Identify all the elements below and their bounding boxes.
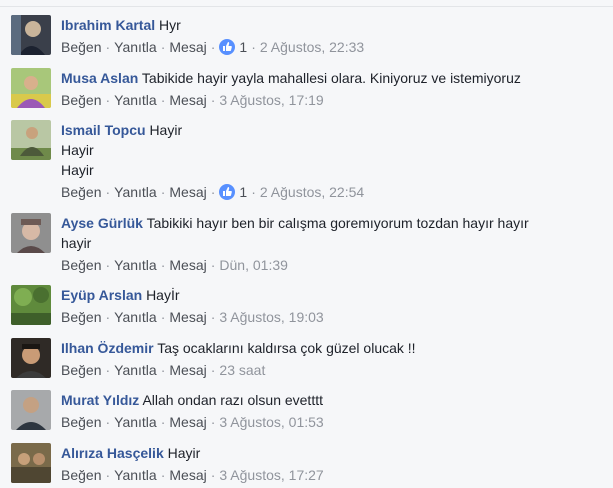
comment-text: Allah ondan razı olsun evetttt xyxy=(142,392,323,408)
like-count[interactable]: 1 xyxy=(235,39,247,55)
comment-timestamp[interactable]: 3 Ağustos, 17:27 xyxy=(219,467,323,483)
comment-text: Tabikide hayir yayla mahallesi olara. Ki… xyxy=(141,70,521,86)
like-button[interactable]: Beğen xyxy=(61,362,101,378)
reply-button[interactable]: Yanıtla xyxy=(114,467,157,483)
reply-button[interactable]: Yanıtla xyxy=(114,414,157,430)
comment-text-line: Hayir xyxy=(61,162,94,178)
message-button[interactable]: Mesaj xyxy=(169,309,206,325)
avatar[interactable] xyxy=(11,285,51,325)
message-button[interactable]: Mesaj xyxy=(169,467,206,483)
comment-author[interactable]: Alırıza Hasçelik xyxy=(61,445,164,461)
comment-text: Hayir xyxy=(149,122,183,138)
message-button[interactable]: Mesaj xyxy=(169,39,206,55)
reply-button[interactable]: Yanıtla xyxy=(114,39,157,55)
separator: · xyxy=(105,309,111,325)
comment-actions: Beğen · Yanıtla · Mesaj · 3 Ağustos, 17:27 xyxy=(61,465,606,485)
message-button[interactable]: Mesaj xyxy=(169,184,206,200)
comment-text: Hyr xyxy=(159,17,181,33)
comment-text: Taş ocaklarını kaldırsa çok güzel olucak… xyxy=(157,340,416,356)
comment-text-line: hayir xyxy=(61,235,92,251)
like-button[interactable]: Beğen xyxy=(61,309,101,325)
comment-actions: Beğen · Yanıtla · Mesaj · 3 Ağustos, 19:03 xyxy=(61,307,606,327)
avatar[interactable] xyxy=(11,443,51,483)
comment-actions: Beğen · Yanıtla · Mesaj · 1 · 2 Ağustos, 22:54 xyxy=(61,182,606,202)
comment-timestamp[interactable]: 2 Ağustos, 22:33 xyxy=(260,39,364,55)
comment-list: Ibrahim Kartal Hyr Beğen · Yanıtla · Mesaj · 1… xyxy=(0,0,613,488)
separator: · xyxy=(160,257,166,273)
separator: · xyxy=(210,39,216,55)
message-button[interactable]: Mesaj xyxy=(169,414,206,430)
comment-author[interactable]: Murat Yıldız xyxy=(61,392,139,408)
comment-actions: Beğen · Yanıtla · Mesaj · 3 Ağustos, 01:53 xyxy=(61,412,606,432)
avatar[interactable] xyxy=(11,338,51,378)
comment-author[interactable]: Ayse Gürlük xyxy=(61,215,143,231)
separator: · xyxy=(105,467,111,483)
comment-author[interactable]: Musa Aslan xyxy=(61,70,138,86)
comment-author[interactable]: Eyüp Arslan xyxy=(61,287,142,303)
comment-actions: Beğen · Yanıtla · Mesaj · 23 saat xyxy=(61,360,606,380)
separator: · xyxy=(251,39,256,55)
separator: · xyxy=(105,92,111,108)
comment-timestamp[interactable]: 3 Ağustos, 01:53 xyxy=(219,414,323,430)
like-button[interactable]: Beğen xyxy=(61,39,101,55)
comment-author[interactable]: Ismail Topcu xyxy=(61,122,146,138)
separator: · xyxy=(210,92,216,108)
separator: · xyxy=(210,467,216,483)
like-button[interactable]: Beğen xyxy=(61,467,101,483)
separator: · xyxy=(210,414,216,430)
separator: · xyxy=(105,414,111,430)
separator: · xyxy=(160,92,166,108)
avatar[interactable] xyxy=(11,68,51,108)
comment-author[interactable]: Ilhan Özdemir xyxy=(61,340,154,356)
like-button[interactable]: Beğen xyxy=(61,257,101,273)
message-button[interactable]: Mesaj xyxy=(169,257,206,273)
separator: · xyxy=(210,257,216,273)
comment-text-line: Hayir xyxy=(61,142,94,158)
like-button[interactable]: Beğen xyxy=(61,414,101,430)
comment-actions: Beğen · Yanıtla · Mesaj · 1 · 2 Ağustos, 22:33 xyxy=(61,37,606,57)
avatar[interactable] xyxy=(11,120,51,160)
message-button[interactable]: Mesaj xyxy=(169,92,206,108)
comment-timestamp[interactable]: 3 Ağustos, 17:19 xyxy=(219,92,323,108)
separator: · xyxy=(160,362,166,378)
reply-button[interactable]: Yanıtla xyxy=(114,362,157,378)
avatar[interactable] xyxy=(11,15,51,55)
like-button[interactable]: Beğen xyxy=(61,184,101,200)
separator: · xyxy=(160,414,166,430)
comment-text: Hayİr xyxy=(146,287,180,303)
comment-actions: Beğen · Yanıtla · Mesaj · Dün, 01:39 xyxy=(61,255,606,275)
separator: · xyxy=(210,309,216,325)
comment-timestamp[interactable]: Dün, 01:39 xyxy=(219,257,288,273)
separator: · xyxy=(160,309,166,325)
separator: · xyxy=(105,184,111,200)
message-button[interactable]: Mesaj xyxy=(169,362,206,378)
like-count[interactable]: 1 xyxy=(235,184,247,200)
comment-actions: Beğen · Yanıtla · Mesaj · 3 Ağustos, 17:19 xyxy=(61,90,606,110)
like-button[interactable]: Beğen xyxy=(61,92,101,108)
avatar[interactable] xyxy=(11,390,51,430)
separator: · xyxy=(251,184,256,200)
separator: · xyxy=(160,184,166,200)
comment-text: Tabikiki hayır ben bir calışma goremıyor… xyxy=(146,215,529,231)
comment-timestamp[interactable]: 3 Ağustos, 19:03 xyxy=(219,309,323,325)
separator: · xyxy=(105,362,111,378)
comment-text: Hayir xyxy=(167,445,201,461)
thumbs-up-icon[interactable] xyxy=(219,184,236,200)
comment-timestamp[interactable]: 2 Ağustos, 22:54 xyxy=(260,184,364,200)
comment-author[interactable]: Ibrahim Kartal xyxy=(61,17,155,33)
separator: · xyxy=(160,39,166,55)
separator: · xyxy=(210,184,216,200)
separator: · xyxy=(210,362,216,378)
reply-button[interactable]: Yanıtla xyxy=(114,184,157,200)
thumbs-up-icon[interactable] xyxy=(219,39,236,55)
reply-button[interactable]: Yanıtla xyxy=(114,309,157,325)
reply-button[interactable]: Yanıtla xyxy=(114,257,157,273)
separator: · xyxy=(105,39,111,55)
reply-button[interactable]: Yanıtla xyxy=(114,92,157,108)
separator: · xyxy=(105,257,111,273)
avatar[interactable] xyxy=(11,213,51,253)
comment-timestamp[interactable]: 23 saat xyxy=(219,362,265,378)
separator: · xyxy=(160,467,166,483)
